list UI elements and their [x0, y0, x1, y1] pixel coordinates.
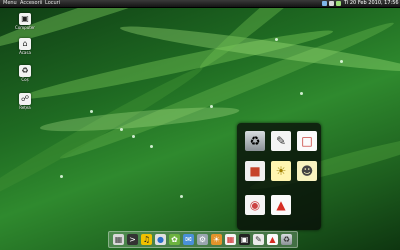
archive-icon[interactable]: ■ — [245, 161, 265, 181]
trash-icon[interactable]: ♻ — [281, 234, 292, 245]
top-panel: Menu Accesorii Locuri Ti 20 Feb 2010, 17… — [0, 0, 400, 8]
battery-icon[interactable] — [336, 1, 341, 6]
desktop-icon-trash[interactable]: ♻ Coș — [15, 65, 35, 82]
chat-icon[interactable]: ☻ — [297, 161, 317, 181]
dock: ▦ > ♫ ● ✿ ✉ ⚙ ☀ ▦ ▣ ✎ ▲ ♻ — [108, 231, 298, 248]
photos-icon[interactable]: ☀ — [211, 234, 222, 245]
menu-applications[interactable]: Menu — [3, 0, 17, 7]
settings-icon[interactable]: ⚙ — [197, 234, 208, 245]
leaf-icon[interactable]: ✿ — [169, 234, 180, 245]
image-viewer-icon[interactable]: ☀ — [271, 161, 291, 181]
mail-icon[interactable]: ✉ — [183, 234, 194, 245]
document-viewer-icon[interactable]: ✎ — [271, 131, 291, 151]
screenshot-icon[interactable]: ▣ — [239, 234, 250, 245]
trash-icon[interactable]: ♻ — [245, 131, 265, 151]
computer-icon: ▣ — [19, 13, 31, 25]
text-editor-icon[interactable]: ✎ — [253, 234, 264, 245]
terminal-icon[interactable]: > — [127, 234, 138, 245]
home-folder-icon: ⌂ — [19, 38, 31, 50]
desktop-icon-home[interactable]: ⌂ Acasa — [15, 38, 35, 55]
menu-accessories[interactable]: Accesorii — [20, 0, 42, 7]
desktop-icon-label: Acasa — [19, 50, 31, 55]
trash-icon: ♻ — [19, 65, 31, 77]
stack-popup: ♻ ✎ □ ■ ☀ ☻ ◉ ▲ — [237, 123, 321, 230]
pdf-icon[interactable]: ▲ — [267, 234, 278, 245]
photo-editor-icon[interactable]: ◉ — [245, 195, 265, 215]
desktop-icon-label: Coș — [21, 77, 29, 82]
pdf-document-icon[interactable]: □ — [297, 131, 317, 151]
clock[interactable]: Ti 20 Feb 2010, 17:56 — [344, 0, 399, 7]
files-icon[interactable]: ▦ — [113, 234, 124, 245]
menu-places[interactable]: Locuri — [45, 0, 60, 7]
network-icon[interactable] — [322, 1, 327, 6]
globe-icon[interactable]: ● — [155, 234, 166, 245]
pdf-reader-icon[interactable]: ▲ — [271, 195, 291, 215]
desktop-icon-label: Rețea — [19, 105, 31, 110]
desktop-icon-label: Computer — [15, 25, 35, 30]
desktop: Menu Accesorii Locuri Ti 20 Feb 2010, 17… — [0, 0, 400, 250]
calendar-icon[interactable]: ▦ — [225, 234, 236, 245]
volume-icon[interactable] — [329, 1, 334, 6]
music-player-icon[interactable]: ♫ — [141, 234, 152, 245]
desktop-icon-network[interactable]: ☍ Rețea — [15, 93, 35, 110]
desktop-icon-computer[interactable]: ▣ Computer — [15, 13, 35, 30]
network-icon: ☍ — [19, 93, 31, 105]
